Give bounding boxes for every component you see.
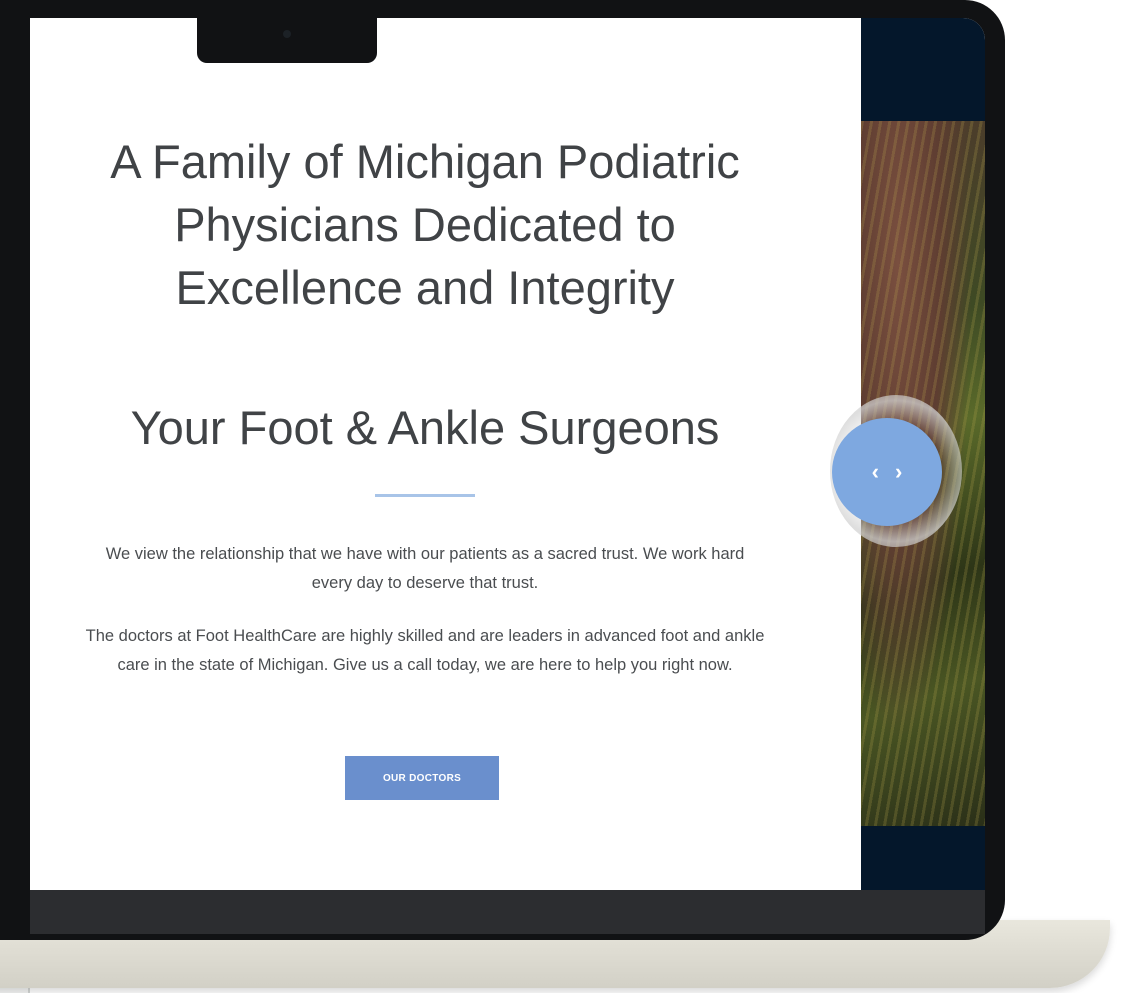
hero-section: A Family of Michigan Podiatric Physician… <box>30 18 861 890</box>
hero-headline: A Family of Michigan Podiatric Physician… <box>110 135 740 314</box>
slider-control[interactable]: ‹ › <box>832 418 942 526</box>
chevron-left-icon[interactable]: ‹ <box>872 459 879 485</box>
laptop-screen: A Family of Michigan Podiatric Physician… <box>30 18 985 890</box>
camera-icon <box>283 30 291 38</box>
chevron-right-icon[interactable]: › <box>895 459 902 485</box>
camera-notch <box>197 18 377 63</box>
hero-subheadline: Your Foot & Ankle Surgeons <box>130 401 720 454</box>
hero-divider <box>375 494 475 497</box>
our-doctors-button[interactable]: OUR DOCTORS <box>345 756 499 800</box>
hero-paragraph-doctors: The doctors at Foot HealthCare are highl… <box>85 627 765 674</box>
laptop-bezel-bottom <box>30 890 985 934</box>
hero-paragraph-trust: We view the relationship that we have wi… <box>105 545 745 592</box>
